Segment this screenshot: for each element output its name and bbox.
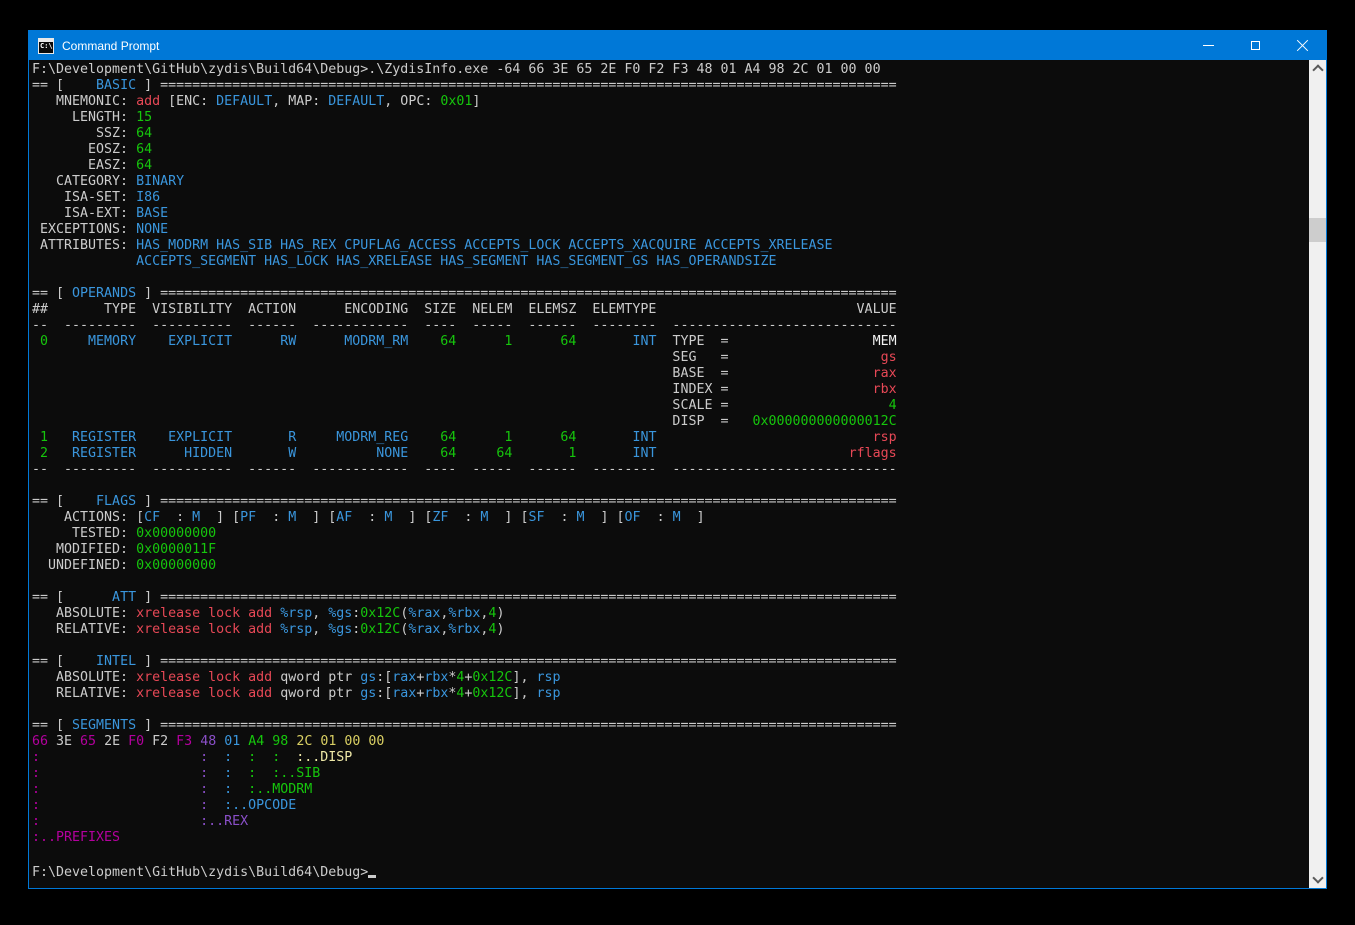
console-line <box>32 846 1308 862</box>
chevron-up-icon <box>1312 64 1323 75</box>
console-line: == [ SEGMENTS ] ========================… <box>32 718 1308 734</box>
console-line: -- --------- ---------- ------ ---------… <box>32 462 1308 478</box>
vertical-scrollbar[interactable] <box>1309 60 1326 888</box>
console-line: ACCEPTS_SEGMENT HAS_LOCK HAS_XRELEASE HA… <box>32 254 1308 270</box>
console-line: SEG = gs <box>32 350 1308 366</box>
maximize-button[interactable] <box>1232 31 1279 60</box>
console-line: : : :..OPCODE <box>32 798 1308 814</box>
console-line: ABSOLUTE: xrelease lock add qword ptr gs… <box>32 670 1308 686</box>
minimize-icon <box>1203 45 1214 46</box>
console-line: 66 3E 65 2E F0 F2 F3 48 01 A4 98 2C 01 0… <box>32 734 1308 750</box>
console-output[interactable]: F:\Development\GitHub\zydis\Build64\Debu… <box>30 60 1308 887</box>
scroll-up-button[interactable] <box>1309 60 1326 77</box>
console-line: == [ ATT ] =============================… <box>32 590 1308 606</box>
console-line: == [ OPERANDS ] ========================… <box>32 286 1308 302</box>
window-title: Command Prompt <box>62 39 159 53</box>
console-line: SSZ: 64 <box>32 126 1308 142</box>
console-line: MNEMONIC: add [ENC: DEFAULT, MAP: DEFAUL… <box>32 94 1308 110</box>
console-line: RELATIVE: xrelease lock add qword ptr gs… <box>32 686 1308 702</box>
console-line: F:\Development\GitHub\zydis\Build64\Debu… <box>32 862 1308 878</box>
minimize-button[interactable] <box>1185 31 1232 60</box>
console-line: F:\Development\GitHub\zydis\Build64\Debu… <box>32 62 1308 78</box>
console-line <box>32 270 1308 286</box>
console-line: : : : : : :..DISP <box>32 750 1308 766</box>
chevron-down-icon <box>1312 872 1323 883</box>
console-line: ISA-SET: I86 <box>32 190 1308 206</box>
console-line <box>32 638 1308 654</box>
scroll-down-button[interactable] <box>1309 871 1326 888</box>
maximize-icon <box>1251 41 1260 50</box>
text-cursor <box>368 862 376 878</box>
console-line: :..PREFIXES <box>32 830 1308 846</box>
console-line: : : : :..MODRM <box>32 782 1308 798</box>
cmd-icon <box>38 38 54 54</box>
console-line: ## TYPE VISIBILITY ACTION ENCODING SIZE … <box>32 302 1308 318</box>
console-line: SCALE = 4 <box>32 398 1308 414</box>
console-line: EASZ: 64 <box>32 158 1308 174</box>
close-icon <box>1296 39 1309 52</box>
caption-buttons <box>1185 31 1326 60</box>
console-line: CATEGORY: BINARY <box>32 174 1308 190</box>
console-line: 2 REGISTER HIDDEN W NONE 64 64 1 INT rfl… <box>32 446 1308 462</box>
console-line: ATTRIBUTES: HAS_MODRM HAS_SIB HAS_REX CP… <box>32 238 1308 254</box>
console-line: INDEX = rbx <box>32 382 1308 398</box>
console-line: UNDEFINED: 0x00000000 <box>32 558 1308 574</box>
console-line: LENGTH: 15 <box>32 110 1308 126</box>
console-line: RELATIVE: xrelease lock add %rsp, %gs:0x… <box>32 622 1308 638</box>
console-line: : :..REX <box>32 814 1308 830</box>
console-line <box>32 478 1308 494</box>
console-line: ABSOLUTE: xrelease lock add %rsp, %gs:0x… <box>32 606 1308 622</box>
close-button[interactable] <box>1279 31 1326 60</box>
console-line: DISP = 0x000000000000012C <box>32 414 1308 430</box>
scrollbar-thumb[interactable] <box>1309 218 1326 242</box>
console-line: EXCEPTIONS: NONE <box>32 222 1308 238</box>
console-line: 0 MEMORY EXPLICIT RW MODRM_RM 64 1 64 IN… <box>32 334 1308 350</box>
console-line: TESTED: 0x00000000 <box>32 526 1308 542</box>
console-line: : : : : :..SIB <box>32 766 1308 782</box>
console-line: 1 REGISTER EXPLICIT R MODRM_REG 64 1 64 … <box>32 430 1308 446</box>
command-prompt-window: Command Prompt F:\Development\GitHub\zyd… <box>28 30 1327 889</box>
console-line: ACTIONS: [CF : M ] [PF : M ] [AF : M ] [… <box>32 510 1308 526</box>
console-line: == [ BASIC ] ===========================… <box>32 78 1308 94</box>
console-line: MODIFIED: 0x0000011F <box>32 542 1308 558</box>
console-line: EOSZ: 64 <box>32 142 1308 158</box>
console-line: -- --------- ---------- ------ ---------… <box>32 318 1308 334</box>
console-line: == [ INTEL ] ===========================… <box>32 654 1308 670</box>
console-line <box>32 702 1308 718</box>
console-line <box>32 574 1308 590</box>
console-line: BASE = rax <box>32 366 1308 382</box>
title-bar[interactable]: Command Prompt <box>29 31 1326 60</box>
console-line: ISA-EXT: BASE <box>32 206 1308 222</box>
console-line: == [ FLAGS ] ===========================… <box>32 494 1308 510</box>
